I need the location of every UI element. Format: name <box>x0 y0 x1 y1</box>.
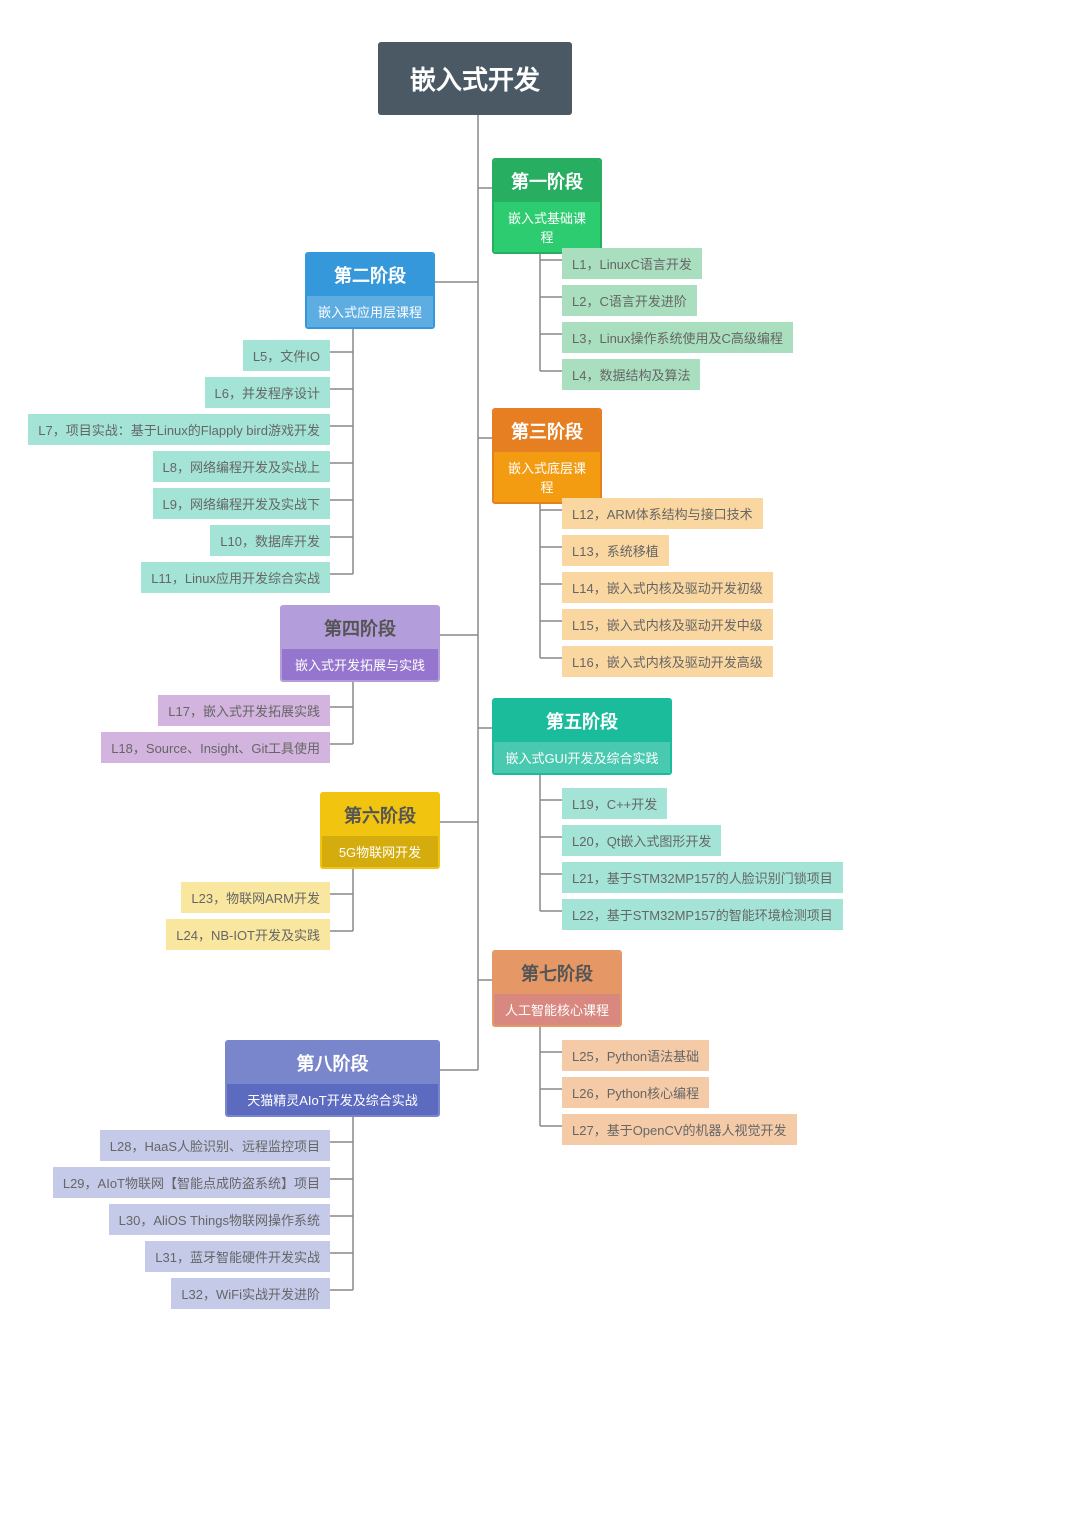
lesson-item: L5，文件IO <box>243 340 330 371</box>
lesson-item: L26，Python核心编程 <box>562 1077 709 1108</box>
stage-s6: 第六阶段5G物联网开发 <box>320 792 440 869</box>
lesson-item: L32，WiFi实战开发进阶 <box>171 1278 330 1309</box>
lesson-item: L17，嵌入式开发拓展实践 <box>158 695 330 726</box>
lesson-item: L14，嵌入式内核及驱动开发初级 <box>562 572 773 603</box>
lesson-item: L29，AIoT物联网【智能点成防盗系统】项目 <box>53 1167 330 1198</box>
stage-title: 第一阶段 <box>494 160 600 202</box>
lesson-item: L9，网络编程开发及实战下 <box>153 488 330 519</box>
stage-s1: 第一阶段嵌入式基础课程 <box>492 158 602 254</box>
lesson-item: L4，数据结构及算法 <box>562 359 700 390</box>
stage-s4: 第四阶段嵌入式开发拓展与实践 <box>280 605 440 682</box>
lesson-item: L13，系统移植 <box>562 535 669 566</box>
stage-subtitle: 天猫精灵AIoT开发及综合实战 <box>227 1084 438 1115</box>
lesson-item: L15，嵌入式内核及驱动开发中级 <box>562 609 773 640</box>
stage-subtitle: 嵌入式基础课程 <box>494 202 600 252</box>
lesson-item: L11，Linux应用开发综合实战 <box>141 562 330 593</box>
stage-title: 第四阶段 <box>282 607 438 649</box>
lesson-item: L8，网络编程开发及实战上 <box>153 451 330 482</box>
lesson-item: L12，ARM体系结构与接口技术 <box>562 498 763 529</box>
root-node: 嵌入式开发 <box>378 42 572 115</box>
stage-s8: 第八阶段天猫精灵AIoT开发及综合实战 <box>225 1040 440 1117</box>
lesson-item: L27，基于OpenCV的机器人视觉开发 <box>562 1114 797 1145</box>
lesson-item: L25，Python语法基础 <box>562 1040 709 1071</box>
stage-title: 第五阶段 <box>494 700 670 742</box>
lesson-item: L19，C++开发 <box>562 788 667 819</box>
stage-title: 第二阶段 <box>307 254 433 296</box>
lesson-item: L23，物联网ARM开发 <box>181 882 330 913</box>
stage-s2: 第二阶段嵌入式应用层课程 <box>305 252 435 329</box>
stage-title: 第七阶段 <box>494 952 620 994</box>
lesson-item: L6，并发程序设计 <box>205 377 330 408</box>
stage-subtitle: 5G物联网开发 <box>322 836 438 867</box>
lesson-item: L20，Qt嵌入式图形开发 <box>562 825 721 856</box>
stage-s7: 第七阶段人工智能核心课程 <box>492 950 622 1027</box>
lesson-item: L7，项目实战：基于Linux的Flapply bird游戏开发 <box>28 414 330 445</box>
stage-subtitle: 嵌入式底层课程 <box>494 452 600 502</box>
lesson-item: L21，基于STM32MP157的人脸识别门锁项目 <box>562 862 843 893</box>
lesson-item: L28，HaaS人脸识别、远程监控项目 <box>100 1130 330 1161</box>
lesson-item: L3，Linux操作系统使用及C高级编程 <box>562 322 793 353</box>
stage-title: 第六阶段 <box>322 794 438 836</box>
lesson-item: L31，蓝牙智能硬件开发实战 <box>145 1241 330 1272</box>
stage-s3: 第三阶段嵌入式底层课程 <box>492 408 602 504</box>
lesson-item: L10，数据库开发 <box>210 525 330 556</box>
stage-subtitle: 嵌入式开发拓展与实践 <box>282 649 438 680</box>
stage-subtitle: 人工智能核心课程 <box>494 994 620 1025</box>
stage-s5: 第五阶段嵌入式GUI开发及综合实践 <box>492 698 672 775</box>
stage-subtitle: 嵌入式应用层课程 <box>307 296 433 327</box>
lesson-item: L1，LinuxC语言开发 <box>562 248 702 279</box>
lesson-item: L16，嵌入式内核及驱动开发高级 <box>562 646 773 677</box>
stage-title: 第三阶段 <box>494 410 600 452</box>
stage-title: 第八阶段 <box>227 1042 438 1084</box>
lesson-item: L30，AliOS Things物联网操作系统 <box>109 1204 330 1235</box>
lesson-item: L18，Source、Insight、Git工具使用 <box>101 732 330 763</box>
lesson-item: L24，NB-IOT开发及实践 <box>166 919 330 950</box>
lesson-item: L2，C语言开发进阶 <box>562 285 697 316</box>
stage-subtitle: 嵌入式GUI开发及综合实践 <box>494 742 670 773</box>
lesson-item: L22，基于STM32MP157的智能环境检测项目 <box>562 899 843 930</box>
